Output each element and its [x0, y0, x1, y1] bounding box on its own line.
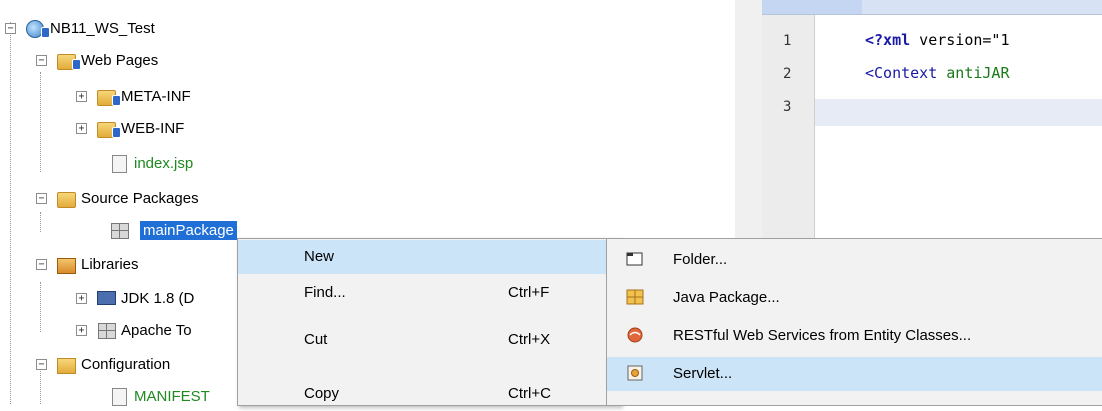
menu-item-copy[interactable]: Copy Ctrl+C: [238, 377, 618, 411]
line-number: 1: [783, 33, 792, 49]
tree-node-meta-inf[interactable]: + META-INF: [76, 82, 191, 110]
submenu-item-servlet[interactable]: Servlet...: [607, 357, 1102, 391]
code-line-1: <?xml version="1: [865, 31, 1010, 49]
collapse-toggle-icon[interactable]: −: [36, 192, 47, 204]
xml-tag-token: <Context: [865, 64, 938, 82]
tree-guide: [40, 212, 41, 232]
tree-node-index-jsp[interactable]: index.jsp: [108, 149, 193, 177]
tree-node-label: index.jsp: [134, 154, 194, 172]
folder-icon: [95, 86, 121, 106]
tree-node-label: JDK 1.8 (D: [121, 289, 195, 307]
tree-node-label: Web Pages: [81, 51, 159, 69]
menu-shortcut: Ctrl+X: [508, 331, 551, 348]
tree-node-web-inf[interactable]: + WEB-INF: [76, 114, 184, 142]
xml-attr-token: antiJAR: [937, 64, 1010, 82]
tree-node-label: WEB-INF: [121, 119, 185, 137]
submenu-item-label: Folder...: [673, 251, 728, 268]
editor-toolbar: [762, 0, 1102, 15]
menu-item-label: Cut: [304, 331, 328, 348]
tree-node-label: MANIFEST: [134, 387, 210, 405]
libraries-icon: [55, 254, 77, 274]
folder-icon: [626, 252, 643, 266]
new-submenu: Folder... Java Package... RESTful Web Se…: [606, 238, 1102, 406]
submenu-item-label: RESTful Web Services from Entity Classes…: [673, 327, 972, 344]
collapse-toggle-icon[interactable]: −: [5, 22, 16, 34]
menu-shortcut: Ctrl+F: [508, 284, 550, 301]
submenu-item-restful-services[interactable]: RESTful Web Services from Entity Classes…: [607, 319, 1102, 353]
tree-node-label: Configuration: [81, 355, 171, 373]
submenu-item-label: Java Package...: [673, 289, 780, 306]
tree-node-jdk[interactable]: + JDK 1.8 (D: [76, 284, 194, 312]
tree-guide: [40, 282, 41, 332]
jdk-icon: [95, 288, 117, 308]
tree-node-label: mainPackage: [140, 220, 237, 240]
tree-guide: [40, 72, 41, 172]
jsp-file-icon: [108, 153, 130, 173]
source-packages-icon: [55, 188, 77, 208]
expand-toggle-icon[interactable]: +: [76, 90, 87, 102]
context-menu: New › Find... Ctrl+F Cut Ctrl+X Copy Ctr…: [237, 238, 621, 406]
tree-node-web-pages[interactable]: − Web Pages: [36, 46, 158, 74]
line-number: 2: [783, 66, 792, 82]
tree-node-libraries[interactable]: − Libraries: [36, 250, 139, 278]
tree-node-label: NB11_WS_Test: [50, 19, 155, 37]
line-number: 3: [783, 99, 792, 115]
code-text: version="1: [910, 31, 1010, 49]
xml-declaration-token: <?xml: [865, 31, 911, 49]
tree-node-source-packages[interactable]: − Source Packages: [36, 184, 199, 212]
tree-node-configuration-files[interactable]: − Configuration: [36, 350, 170, 378]
expand-toggle-icon[interactable]: +: [76, 324, 87, 336]
servlet-icon: [627, 365, 643, 381]
menu-item-label: New: [304, 248, 335, 265]
code-line-2: <Context antiJAR: [865, 64, 1010, 82]
web-pages-folder-icon: [55, 50, 81, 70]
package-icon: [626, 289, 644, 305]
tree-node-label: Apache To: [121, 321, 192, 339]
menu-item-label: Find...: [304, 284, 346, 301]
menu-item-find[interactable]: Find... Ctrl+F: [238, 276, 618, 310]
package-icon: [108, 220, 130, 240]
tree-node-label: META-INF: [121, 87, 191, 105]
submenu-item-java-package[interactable]: Java Package...: [607, 281, 1102, 315]
rest-service-icon: [627, 327, 643, 343]
web-project-icon: [24, 18, 50, 38]
collapse-toggle-icon[interactable]: −: [36, 258, 47, 270]
tree-node-apache-tomcat[interactable]: + Apache To: [76, 316, 192, 344]
manifest-file-icon: [108, 386, 130, 406]
collapse-toggle-icon[interactable]: −: [36, 358, 47, 370]
current-line-highlight: [815, 99, 1102, 126]
tree-node-label: Source Packages: [81, 189, 199, 207]
tree-guide: [10, 22, 11, 404]
expand-toggle-icon[interactable]: +: [76, 292, 87, 304]
tree-node-manifest[interactable]: MANIFEST: [108, 382, 210, 410]
tree-node-project[interactable]: − NB11_WS_Test: [5, 14, 155, 42]
submenu-item-folder[interactable]: Folder...: [607, 243, 1102, 277]
submenu-item-label: Servlet...: [673, 365, 733, 382]
server-library-icon: [95, 320, 117, 340]
tree-node-main-package[interactable]: mainPackage: [108, 216, 237, 244]
menu-item-label: Copy: [304, 385, 340, 402]
tree-node-label: Libraries: [81, 255, 139, 273]
expand-toggle-icon[interactable]: +: [76, 122, 87, 134]
menu-item-new[interactable]: New ›: [238, 240, 618, 274]
folder-icon: [95, 118, 121, 138]
menu-item-cut[interactable]: Cut Ctrl+X: [238, 323, 618, 357]
collapse-toggle-icon[interactable]: −: [36, 54, 47, 66]
configuration-icon: [55, 354, 77, 374]
menu-shortcut: Ctrl+C: [508, 385, 551, 402]
